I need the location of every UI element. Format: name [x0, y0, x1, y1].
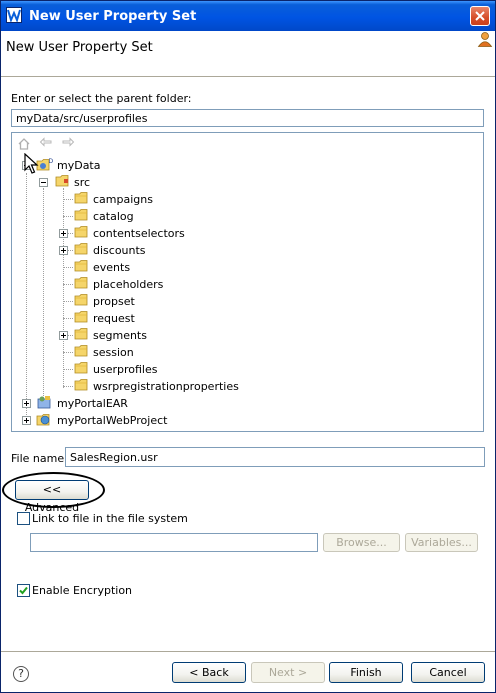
- file-name-input[interactable]: SalesRegion.usr: [65, 447, 485, 467]
- tree-item-label: userprofiles: [93, 363, 158, 376]
- expand-toggle[interactable]: [59, 229, 68, 238]
- tree-guide: [63, 267, 73, 268]
- tree-guide: [63, 199, 73, 200]
- wizard-footer: ? < Back Next > Finish Cancel: [1, 652, 495, 692]
- tree-item-campaigns[interactable]: campaigns: [74, 191, 153, 208]
- tree-item-discounts[interactable]: discounts: [74, 242, 146, 259]
- tree-item-myportalear[interactable]: myPortalEAR: [36, 395, 128, 412]
- user-icon: [477, 31, 493, 50]
- tree-item-label: contentselectors: [93, 227, 185, 240]
- enable-encryption-checkbox[interactable]: [17, 584, 30, 597]
- tree-item-label: src: [74, 176, 91, 189]
- title-bar[interactable]: New User Property Set: [1, 1, 495, 31]
- tree-item-propset[interactable]: propset: [74, 293, 135, 310]
- folder-icon: [74, 276, 90, 293]
- tree-guide: [63, 369, 73, 370]
- expand-toggle[interactable]: [59, 331, 68, 340]
- tree-guide: [26, 173, 27, 423]
- tree-item-label: discounts: [93, 244, 146, 257]
- web-project-icon: [36, 412, 54, 430]
- tree-item-placeholders[interactable]: placeholders: [74, 276, 163, 293]
- tree-item-contentselectors[interactable]: contentselectors: [74, 225, 185, 242]
- link-file-checkbox[interactable]: [17, 512, 30, 525]
- folder-tree[interactable]: D myData src campaigns catalog contentse…: [11, 132, 484, 432]
- folder-icon: [74, 191, 90, 208]
- parent-folder-input[interactable]: myData/src/userprofiles: [11, 109, 484, 127]
- tree-item-segments[interactable]: segments: [74, 327, 147, 344]
- tree-item-userprofiles[interactable]: userprofiles: [74, 361, 157, 378]
- cancel-button[interactable]: Cancel: [411, 662, 485, 683]
- mouse-cursor-icon: [24, 152, 40, 178]
- tree-item-label: wsrpregistrationproperties: [93, 380, 239, 393]
- link-path-input: [30, 533, 318, 552]
- tree-item-label: segments: [93, 329, 147, 342]
- app-icon: [6, 7, 22, 23]
- tree-guide: [43, 188, 44, 398]
- tree-guide: [63, 188, 64, 388]
- tree-item-label: myPortalWebProject: [57, 414, 168, 427]
- enable-encryption-label: Enable Encryption: [32, 584, 133, 597]
- tree-item-label: myData: [57, 159, 101, 172]
- page-title: New User Property Set: [6, 40, 153, 55]
- expand-toggle[interactable]: [22, 416, 31, 425]
- folder-icon: [74, 259, 90, 276]
- expand-toggle[interactable]: [22, 399, 31, 408]
- tree-guide: [63, 352, 73, 353]
- tree-item-label: campaigns: [93, 193, 153, 206]
- tree-item-events[interactable]: events: [74, 259, 130, 276]
- tree-item-wsrpregistrationproperties[interactable]: wsrpregistrationproperties: [74, 378, 239, 395]
- folder-icon: [74, 242, 90, 259]
- folder-icon: [74, 344, 90, 361]
- tree-guide: [63, 318, 73, 319]
- folder-icon: [74, 327, 90, 344]
- tree-item-request[interactable]: request: [74, 310, 135, 327]
- tree-guide: [63, 301, 73, 302]
- tree-guide: [63, 216, 73, 217]
- tree-item-label: events: [93, 261, 131, 274]
- back-arrow-icon[interactable]: [39, 137, 53, 154]
- svg-text:D: D: [49, 158, 54, 165]
- folder-icon: [74, 378, 90, 395]
- tree-item-label: propset: [93, 295, 135, 308]
- wizard-header: New User Property Set: [1, 31, 495, 76]
- browse-button[interactable]: Browse...: [323, 533, 400, 552]
- link-file-label: Link to file in the file system: [32, 512, 188, 525]
- expand-toggle[interactable]: [59, 246, 68, 255]
- help-icon[interactable]: ?: [13, 666, 29, 682]
- next-button[interactable]: Next >: [251, 662, 325, 683]
- collapse-toggle[interactable]: [39, 178, 48, 187]
- folder-icon: [74, 293, 90, 310]
- tree-item-myportalwebproject[interactable]: myPortalWebProject: [36, 412, 167, 429]
- dialog-window: New User Property Set New User Property …: [0, 0, 496, 693]
- source-folder-icon: [55, 174, 71, 191]
- variables-button[interactable]: Variables...: [405, 533, 478, 552]
- tree-item-src[interactable]: src: [55, 174, 90, 191]
- window-title: New User Property Set: [29, 9, 197, 24]
- tree-item-label: myPortalEAR: [57, 397, 128, 410]
- tree-item-label: placeholders: [93, 278, 164, 291]
- tree-item-session[interactable]: session: [74, 344, 134, 361]
- folder-icon: [74, 361, 90, 378]
- tree-item-label: request: [93, 312, 135, 325]
- ear-project-icon: [36, 395, 54, 413]
- folder-icon: [74, 225, 90, 242]
- home-icon[interactable]: [17, 137, 31, 154]
- parent-folder-label: Enter or select the parent folder:: [11, 92, 192, 105]
- tree-item-label: session: [93, 346, 134, 359]
- close-button[interactable]: [470, 6, 490, 26]
- tree-item-mydata[interactable]: D myData: [36, 157, 101, 174]
- folder-icon: [74, 310, 90, 327]
- folder-icon: [74, 208, 90, 225]
- tree-item-catalog[interactable]: catalog: [74, 208, 134, 225]
- file-name-label: File name:: [11, 452, 68, 465]
- tree-guide: [63, 386, 73, 387]
- tree-guide: [63, 284, 73, 285]
- wizard-content: Enter or select the parent folder: myDat…: [1, 77, 495, 651]
- back-button[interactable]: < Back: [172, 662, 246, 683]
- advanced-button[interactable]: << Advanced: [15, 480, 89, 514]
- finish-button[interactable]: Finish: [329, 662, 403, 683]
- tree-item-label: catalog: [93, 210, 134, 223]
- forward-arrow-icon[interactable]: [61, 137, 75, 154]
